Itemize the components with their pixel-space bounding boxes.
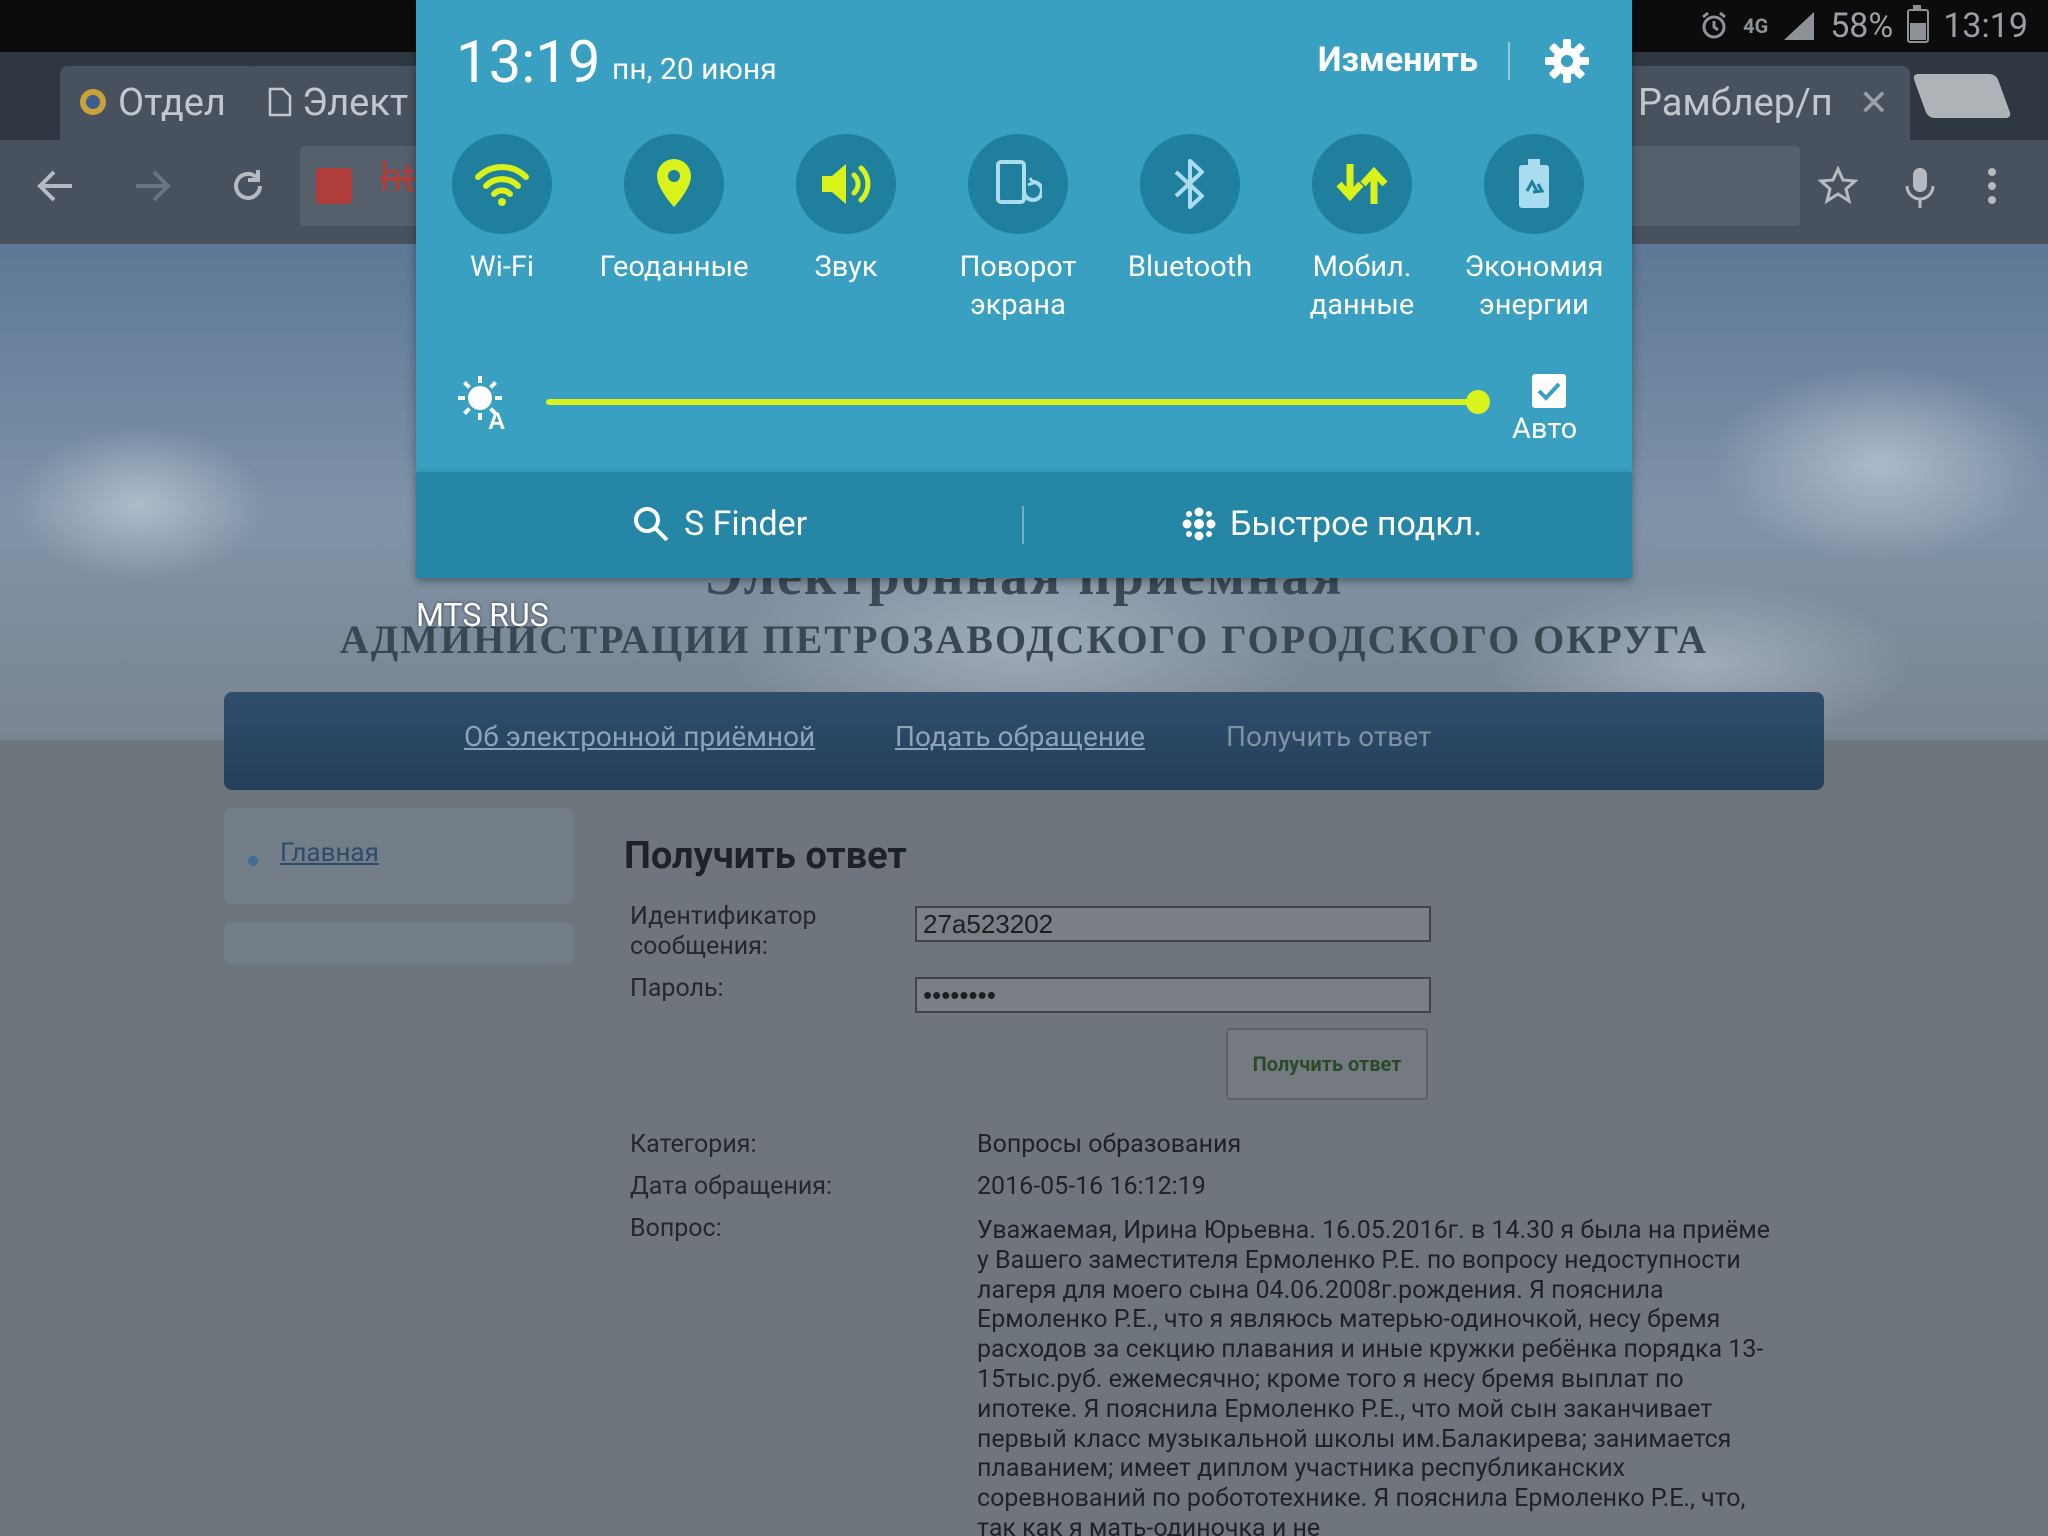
site-nav: Об электронной приёмной Подать обращение…: [224, 692, 1824, 790]
sidebar-block: [224, 922, 574, 964]
question-label: Вопрос:: [630, 1214, 722, 1243]
svg-text:A: A: [488, 408, 505, 430]
auto-brightness-label: Авто: [1512, 412, 1578, 446]
battery-icon: [1907, 5, 1930, 43]
url-text: ht: [380, 154, 416, 201]
toggle-label: Мобил. данные: [1309, 250, 1415, 322]
reload-icon[interactable]: [228, 166, 268, 206]
panel-time: 13:19: [456, 29, 601, 97]
browser-tab[interactable]: Рамблер/п ✕: [1620, 66, 1910, 140]
tab-label: Элект: [302, 81, 409, 125]
power-saving-icon: [1519, 159, 1549, 208]
browser-tab[interactable]: Элект: [250, 66, 430, 140]
insecure-lock-icon: [316, 168, 352, 204]
quick-connect-label: Быстрое подкл.: [1230, 504, 1483, 544]
favicon-icon: [78, 68, 108, 140]
signal-icon: [1784, 12, 1815, 40]
toggle-label: Экономия энергии: [1464, 250, 1604, 322]
toggle-mobile-data[interactable]: Мобил. данные: [1276, 134, 1448, 324]
date-value: 2016-05-16 16:12:19: [977, 1172, 1206, 1201]
category-label: Категория:: [630, 1130, 757, 1159]
divider: [1022, 506, 1024, 544]
network-type-icon: 4G: [1743, 14, 1769, 38]
status-time: 13:19: [1943, 6, 2028, 46]
back-icon[interactable]: [36, 166, 76, 206]
microphone-icon[interactable]: [1900, 166, 1940, 210]
alarm-icon: [1702, 11, 1727, 39]
toggle-bluetooth[interactable]: Bluetooth: [1104, 134, 1276, 286]
battery-percent: 58%: [1830, 6, 1894, 46]
password-input[interactable]: ••••••••: [915, 977, 1431, 1013]
location-icon: [657, 159, 691, 207]
toggle-label: Bluetooth: [1127, 250, 1253, 284]
panel-date: пн, 20 июня: [612, 52, 777, 87]
checkmark-icon: [1537, 382, 1561, 401]
sound-icon: [822, 164, 871, 204]
nav-about-link[interactable]: Об электронной приёмной: [464, 720, 815, 753]
password-label: Пароль:: [630, 974, 724, 1003]
mobile-data-icon: [1336, 164, 1388, 204]
bookmark-star-icon[interactable]: [1818, 166, 1858, 206]
brightness-slider[interactable]: [546, 399, 1478, 405]
toggle-label: Поворот экрана: [959, 250, 1077, 322]
quick-settings-panel: 13:19 пн, 20 июня Изменить Wi-Fi Геоданн…: [416, 0, 1632, 578]
get-answer-button[interactable]: Получить ответ: [1226, 1028, 1428, 1100]
panel-bottom-bar: S Finder Быстрое подкл.: [416, 472, 1632, 578]
toggle-label: Геоданные: [599, 250, 749, 284]
site-subtitle: АДМИНИСТРАЦИИ ПЕТРОЗАВОДСКОГО ГОРОДСКОГО…: [339, 617, 1709, 662]
toggle-label: Wi-Fi: [470, 250, 534, 284]
nav-submit-link[interactable]: Подать обращение: [895, 720, 1145, 753]
new-tab-button[interactable]: [1911, 74, 2013, 118]
forward-icon[interactable]: [132, 166, 172, 206]
settings-gear-icon[interactable]: [1544, 38, 1590, 84]
bluetooth-icon: [1174, 159, 1204, 209]
auto-brightness-checkbox[interactable]: [1532, 374, 1566, 408]
tab-label: Рамблер/п: [1638, 81, 1833, 125]
question-text: Уважаемая, Ирина Юрьевна. 16.05.2016г. в…: [977, 1216, 1771, 1536]
quick-connect-icon: [1182, 507, 1216, 541]
sidebar-home-link[interactable]: Главная: [280, 838, 379, 868]
bullet-icon: [248, 856, 258, 866]
category-value: Вопросы образования: [977, 1130, 1242, 1159]
sfinder-label: S Finder: [684, 504, 808, 544]
page-icon: [268, 68, 292, 140]
wifi-icon: [475, 164, 529, 206]
toggle-label: Звук: [814, 250, 878, 284]
message-id-input[interactable]: 27a523202: [915, 906, 1431, 942]
nav-get-answer-link[interactable]: Получить ответ: [1226, 720, 1431, 753]
date-label: Дата обращения:: [630, 1172, 833, 1201]
page-title: Получить ответ: [624, 834, 907, 878]
tab-label: Отдел: [118, 81, 226, 125]
carrier-label: MTS RUS: [416, 596, 549, 634]
more-menu-icon[interactable]: [1984, 166, 2000, 206]
edit-button[interactable]: Изменить: [1318, 40, 1478, 80]
quick-connect-button[interactable]: Быстрое подкл.: [1182, 504, 1482, 544]
close-tab-icon[interactable]: ✕: [1859, 82, 1889, 124]
sfinder-button[interactable]: S Finder: [632, 504, 807, 544]
rotate-icon: [996, 160, 1042, 204]
browser-tab[interactable]: Отдел: [60, 66, 260, 140]
brightness-slider-handle[interactable]: [1466, 390, 1490, 414]
toggle-rotate[interactable]: Поворот экрана: [932, 134, 1104, 324]
toggle-power-saving[interactable]: Экономия энергии: [1448, 134, 1620, 324]
sidebar-menu: Главная: [224, 808, 574, 904]
message-id-label: Идентификатор сообщения:: [630, 902, 817, 961]
divider: [1508, 42, 1510, 80]
toggle-location[interactable]: Геоданные: [588, 134, 760, 286]
brightness-icon: A: [458, 376, 505, 430]
toggle-wifi[interactable]: Wi-Fi: [416, 134, 588, 286]
search-icon: [634, 507, 669, 542]
toggle-sound[interactable]: Звук: [760, 134, 932, 286]
